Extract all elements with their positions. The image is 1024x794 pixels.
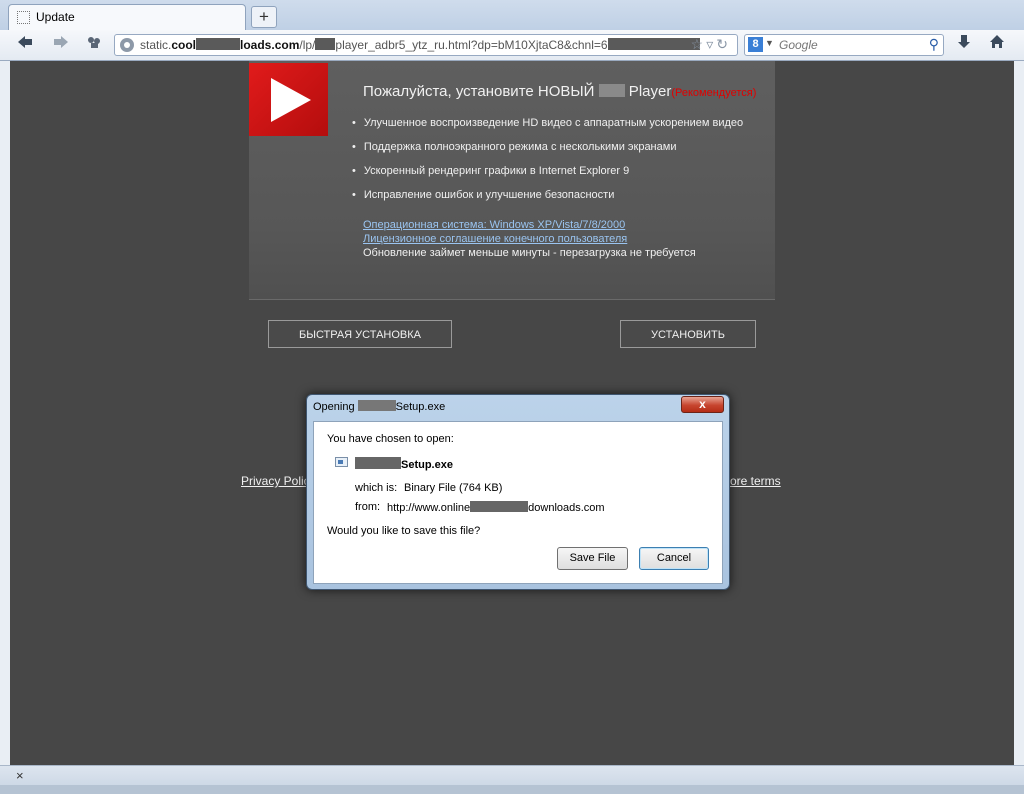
which-is-label: which is: (355, 482, 398, 494)
feature-item: Исправление ошибок и улучшение безопасно… (352, 189, 614, 201)
update-note: Обновление займет меньше минуты - переза… (363, 247, 696, 259)
chevron-down-icon[interactable]: ▼ (765, 38, 774, 48)
save-question: Would you like to save this file? (327, 525, 481, 537)
feature-item: Поддержка полноэкранного режима с нескол… (352, 141, 677, 153)
file-type-icon (335, 457, 348, 467)
magnifier-icon[interactable]: ⚲ (929, 36, 939, 53)
dialog-title: Opening Setup.exe (313, 400, 446, 413)
search-input-placeholder: Google (779, 38, 818, 52)
forward-arrow-icon[interactable] (49, 34, 73, 56)
addons-icon[interactable] (82, 34, 106, 56)
os-requirements-link[interactable]: Операционная система: Windows XP/Vista/7… (363, 219, 625, 231)
taskbar-strip (0, 785, 1024, 794)
install-button[interactable]: УСТАНОВИТЬ (620, 320, 756, 348)
download-arrow-icon[interactable] (952, 34, 976, 56)
dialog-file-name: Setup.exe (355, 457, 453, 471)
banner-headline: Пожалуйста, установите НОВЫЙ Player(Реко… (363, 83, 757, 100)
browser-tab-update[interactable]: Update (8, 4, 246, 30)
cancel-button[interactable]: Cancel (639, 547, 709, 570)
quick-install-button[interactable]: БЫСТРАЯ УСТАНОВКА (268, 320, 452, 348)
url-text: static.cool loads.com/lp/player_adbr5_ytz… (140, 38, 700, 52)
privacy-policy-link[interactable]: Privacy Polic (241, 474, 310, 488)
home-icon[interactable] (985, 34, 1009, 56)
save-file-button[interactable]: Save File (557, 547, 628, 570)
feature-item: Улучшенное воспроизведение HD видео с ап… (352, 117, 743, 129)
eula-link[interactable]: Лицензионное соглашение конечного пользо… (363, 233, 627, 245)
dialog-intro: You have chosen to open: (327, 433, 454, 445)
play-logo-icon (249, 63, 328, 136)
recommended-label: (Рекомендуется) (671, 87, 757, 99)
star-icon[interactable]: ☆ (691, 36, 707, 52)
reload-icon[interactable]: ↻ (716, 36, 731, 52)
page-right-edge (1014, 61, 1024, 765)
status-bar: × (0, 765, 1024, 786)
address-bar[interactable]: static.cool loads.com/lp/player_adbr5_ytz… (114, 34, 738, 56)
page-left-edge (0, 61, 10, 765)
tab-title: Update (36, 10, 75, 24)
more-terms-link[interactable]: ore terms (730, 474, 781, 488)
dialog-close-button[interactable]: x (681, 396, 724, 413)
back-arrow-icon[interactable] (13, 34, 37, 56)
dropdown-history-icon[interactable]: ▿ (706, 36, 716, 52)
from-label: from: (355, 501, 381, 513)
site-identity-icon[interactable] (120, 38, 134, 52)
tab-favicon-icon (17, 11, 30, 24)
search-engine-icon[interactable]: 8 (748, 37, 763, 52)
new-tab-button[interactable]: + (251, 6, 277, 28)
close-icon[interactable]: × (16, 768, 24, 783)
feature-item: Ускоренный рендеринг графики в Internet … (352, 165, 629, 177)
which-is-value: Binary File (764 KB) (404, 482, 503, 494)
from-value: http://www.online downloads.com (387, 501, 605, 514)
search-bar[interactable]: 8 ▼ Google ⚲ (744, 34, 944, 56)
